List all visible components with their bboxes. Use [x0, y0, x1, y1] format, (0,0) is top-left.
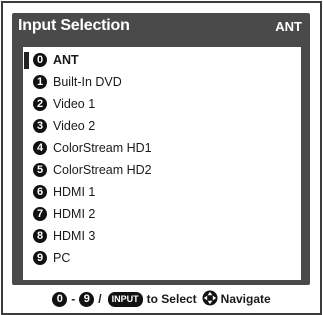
input-item-colorstream-hd1[interactable]: 4 ColorStream HD1 [33, 138, 152, 158]
input-item-hdmi-2[interactable]: 7 HDMI 2 [33, 204, 95, 224]
input-item-ant[interactable]: 0 ANT [24, 50, 79, 70]
range-dash: - [71, 292, 76, 306]
input-list: 0 ANT 1 Built-In DVD 2 Video 1 3 Video 2… [23, 47, 301, 280]
number-4-icon: 4 [33, 141, 47, 155]
slash-separator: / [98, 292, 102, 306]
input-item-label: HDMI 1 [53, 185, 96, 199]
input-item-label: PC [53, 251, 71, 265]
number-7-icon: 7 [33, 207, 47, 221]
input-item-pc[interactable]: 9 PC [33, 248, 70, 268]
input-item-hdmi-1[interactable]: 6 HDMI 1 [33, 182, 95, 202]
title-bar: Input Selection ANT [12, 13, 310, 40]
menu-title: Input Selection [18, 17, 130, 34]
number-9-icon: 9 [33, 251, 47, 265]
current-input-label: ANT [275, 19, 302, 34]
input-item-video-2[interactable]: 3 Video 2 [33, 116, 95, 136]
number-6-icon: 6 [33, 185, 47, 199]
input-selection-screen: Input Selection ANT 0 ANT 1 Built-In DVD… [1, 1, 322, 315]
footer-hint: 0 - 9 / INPUT to Select Navigate [3, 289, 320, 309]
input-item-label: ANT [53, 53, 79, 67]
input-item-label: ColorStream HD2 [53, 163, 152, 177]
input-selection-panel: Input Selection ANT 0 ANT 1 Built-In DVD… [12, 13, 310, 285]
input-item-label: ColorStream HD1 [53, 141, 152, 155]
select-hint-text: to Select [146, 292, 197, 306]
input-button-icon: INPUT [107, 291, 143, 307]
input-item-video-1[interactable]: 2 Video 1 [33, 94, 95, 114]
input-item-built-in-dvd[interactable]: 1 Built-In DVD [33, 72, 122, 92]
number-0-icon: 0 [52, 291, 68, 307]
number-0-icon: 0 [33, 53, 47, 67]
input-item-colorstream-hd2[interactable]: 5 ColorStream HD2 [33, 160, 152, 180]
number-8-icon: 8 [33, 229, 47, 243]
input-item-label: Video 2 [53, 119, 96, 133]
number-2-icon: 2 [33, 97, 47, 111]
input-item-label: Video 1 [53, 97, 96, 111]
dpad-icon [202, 290, 218, 309]
number-1-icon: 1 [33, 75, 47, 89]
selection-marker [24, 52, 29, 69]
navigate-hint-text: Navigate [220, 292, 271, 306]
number-9-icon: 9 [79, 291, 95, 307]
input-item-hdmi-3[interactable]: 8 HDMI 3 [33, 226, 95, 246]
number-5-icon: 5 [33, 163, 47, 177]
input-item-label: HDMI 2 [53, 207, 96, 221]
number-3-icon: 3 [33, 119, 47, 133]
input-item-label: Built-In DVD [53, 75, 122, 89]
input-item-label: HDMI 3 [53, 229, 96, 243]
